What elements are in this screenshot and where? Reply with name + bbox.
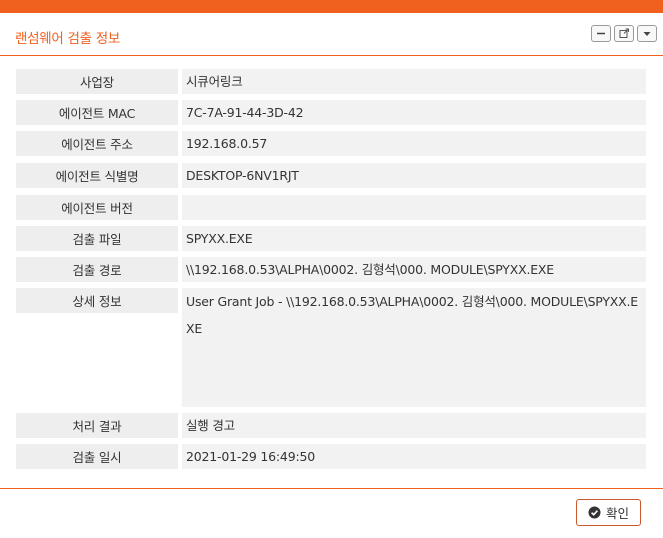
row-value: 2021-01-29 16:49:50	[182, 444, 646, 469]
row-label: 에이전트 주소	[16, 131, 178, 156]
row-value: SPYXX.EXE	[182, 226, 646, 251]
footer-divider	[0, 488, 663, 489]
minimize-icon	[597, 32, 605, 35]
row-label: 에이전트 식별명	[16, 163, 178, 188]
row-label: 에이전트 버전	[16, 195, 178, 220]
dropdown-button[interactable]	[637, 25, 657, 42]
row-label: 에이전트 MAC	[16, 100, 178, 125]
row-label: 검출 일시	[16, 444, 178, 469]
row-value: User Grant Job - \\192.168.0.53\ALPHA\00…	[182, 288, 646, 407]
popout-icon	[619, 28, 629, 38]
title-divider	[0, 55, 663, 56]
top-accent-bar	[0, 0, 663, 13]
row-label: 사업장	[16, 69, 178, 94]
row-label: 검출 경로	[16, 257, 178, 282]
dialog-title: 랜섬웨어 검출 정보	[15, 31, 120, 47]
window-controls	[591, 25, 657, 42]
confirm-button[interactable]: 확인	[576, 499, 641, 526]
minimize-button[interactable]	[591, 25, 611, 42]
ransomware-detection-dialog: 랜섬웨어 검출 정보 사업장 시큐어링크 에이전트 MAC 7C-7A-91-4…	[0, 0, 663, 538]
row-label: 처리 결과	[16, 413, 178, 438]
row-value: DESKTOP-6NV1RJT	[182, 163, 646, 188]
row-value: 7C-7A-91-44-3D-42	[182, 100, 646, 125]
row-value: \\192.168.0.53\ALPHA\0002. 김형석\000. MODU…	[182, 257, 646, 282]
popout-button[interactable]	[614, 25, 634, 42]
confirm-label: 확인	[605, 506, 629, 521]
row-value: 실행 경고	[182, 413, 646, 438]
check-circle-icon	[588, 506, 601, 519]
row-value: 192.168.0.57	[182, 131, 646, 156]
row-value	[182, 195, 646, 220]
row-value: 시큐어링크	[182, 69, 646, 94]
dropdown-icon	[643, 32, 651, 36]
row-label: 검출 파일	[16, 226, 178, 251]
row-label: 상세 정보	[16, 288, 178, 313]
